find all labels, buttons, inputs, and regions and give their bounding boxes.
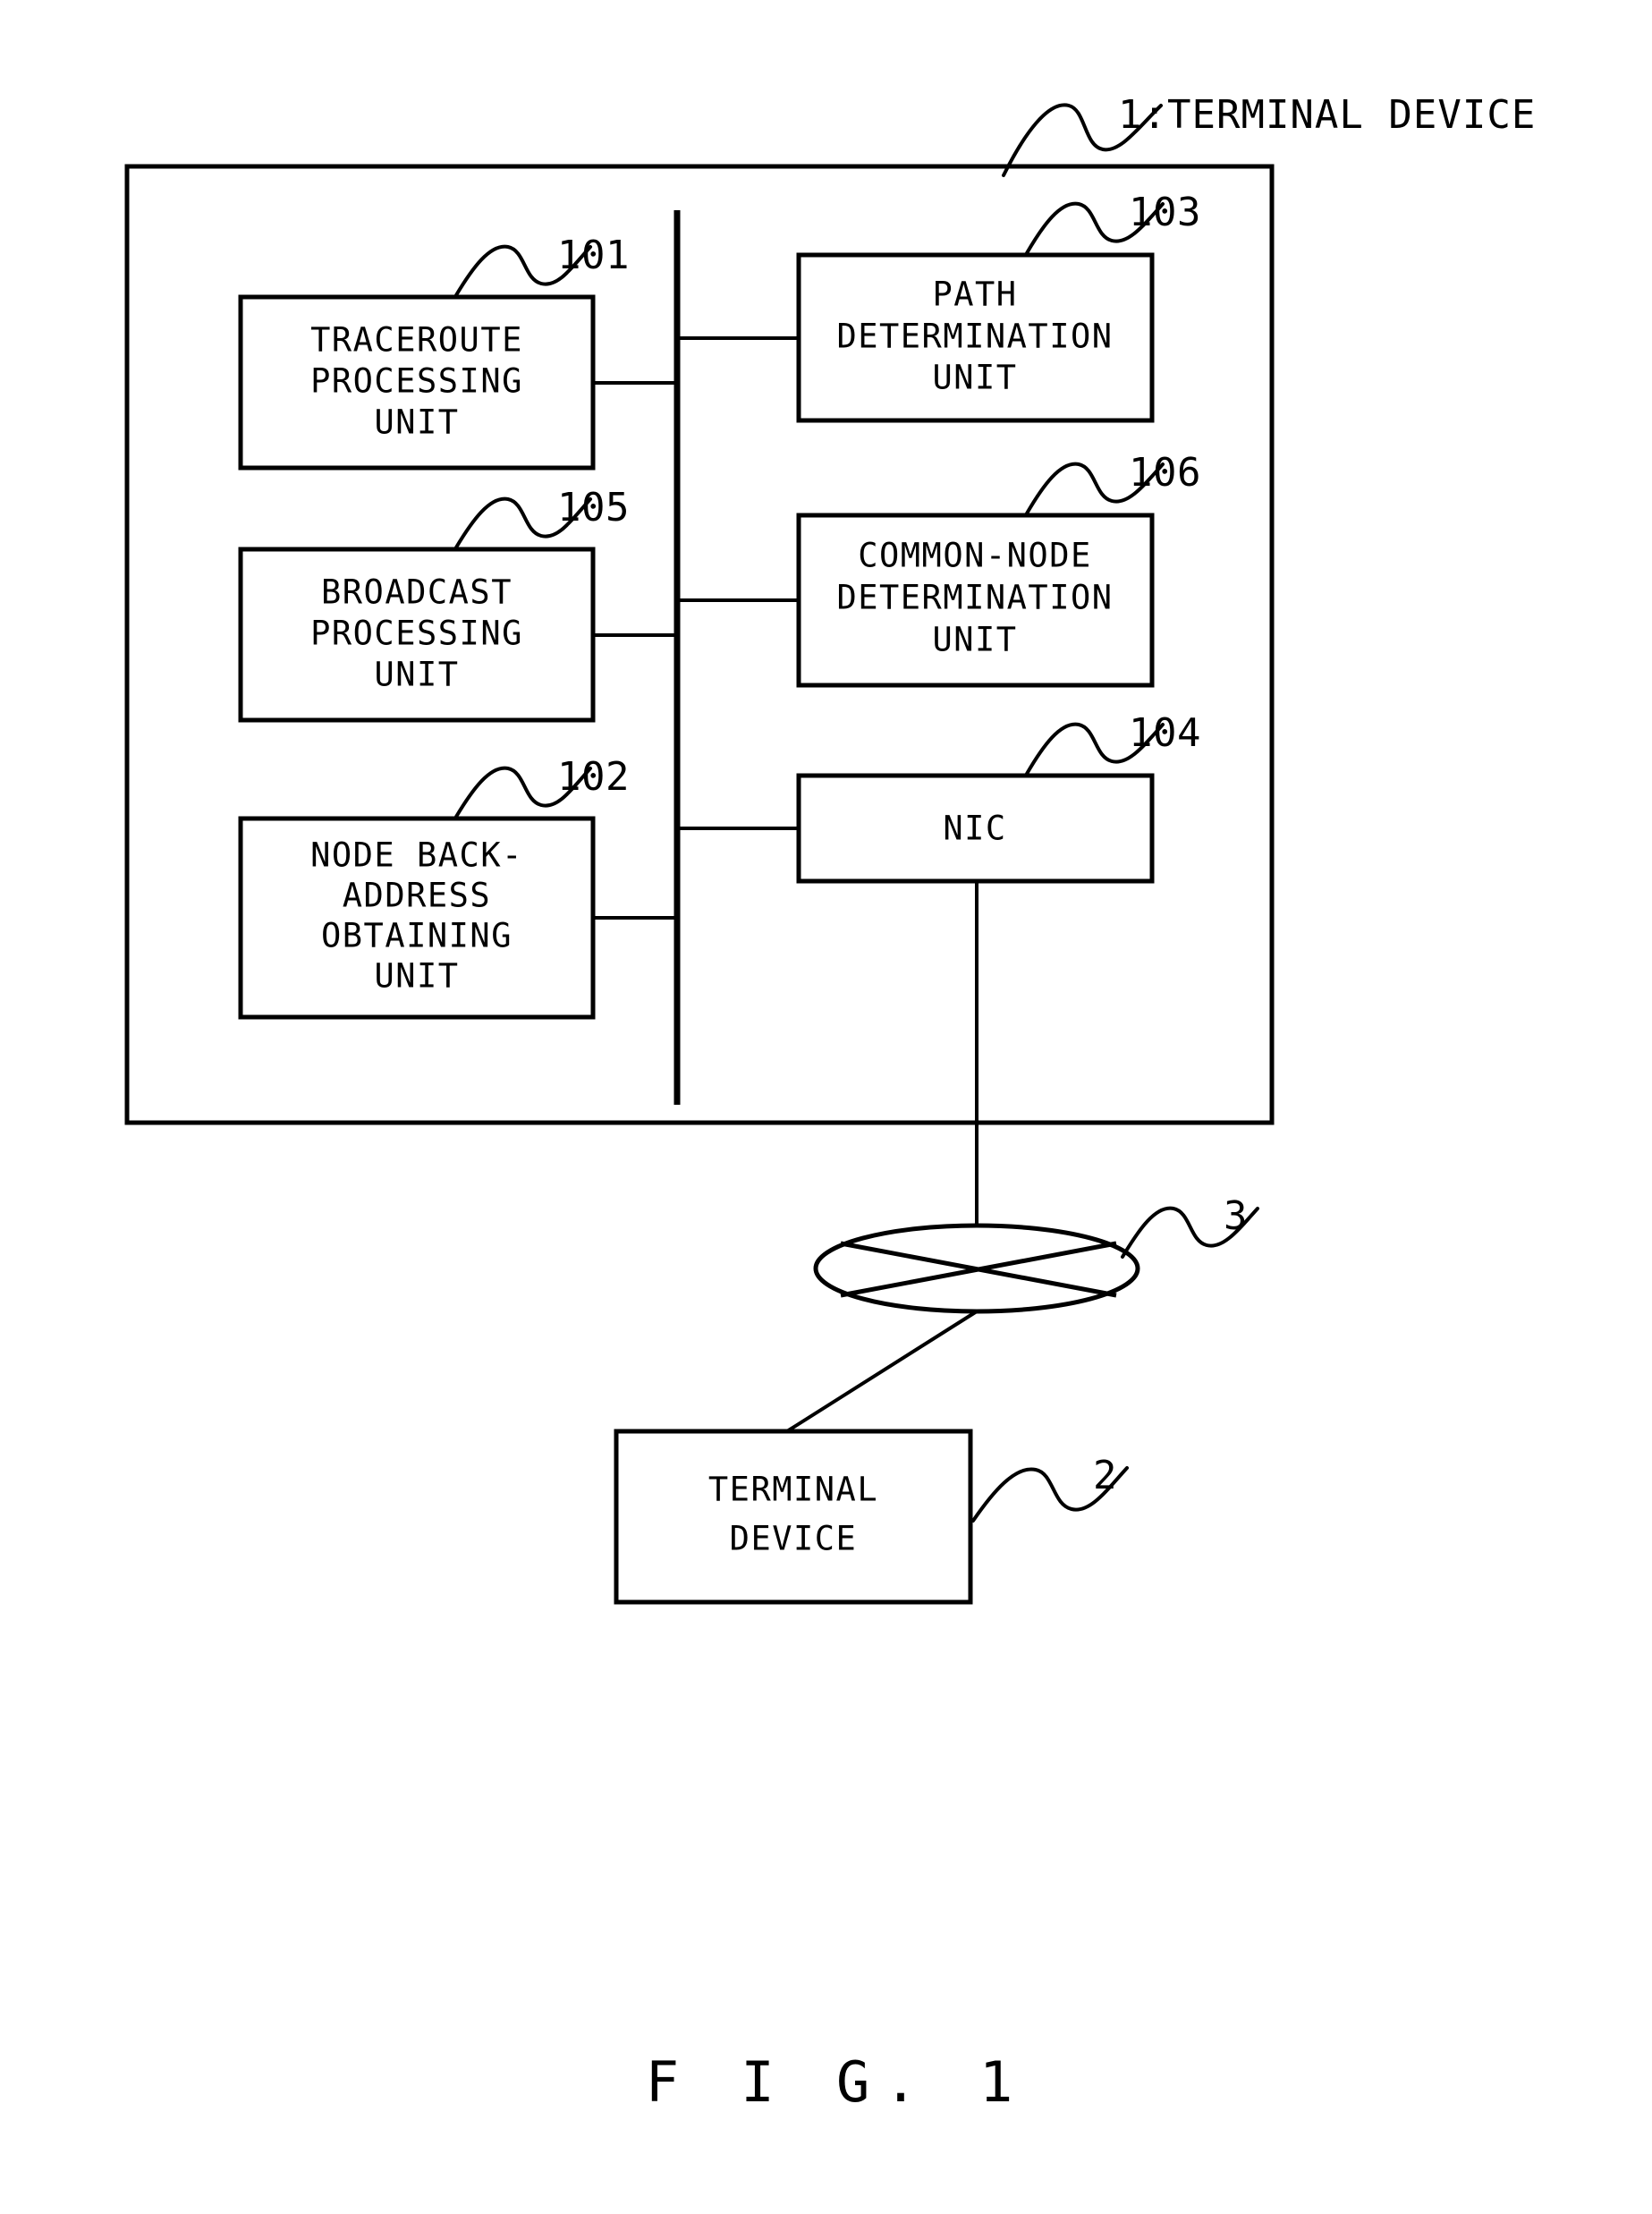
ref-number-105: 105: [557, 485, 630, 530]
traceroute-processing-unit-line-3: UNIT: [374, 403, 459, 442]
ref-number-3: 3: [1224, 1193, 1248, 1239]
traceroute-processing-unit-line-2: PROCESSING: [310, 362, 523, 401]
traceroute-processing-unit-line-1: TRACEROUTE: [310, 321, 523, 360]
terminal-device-2-line-1: TERMINAL: [708, 1471, 878, 1509]
node-back-address-obtaining-unit-line-4: UNIT: [374, 957, 459, 996]
path-determination-unit-line-2: DETERMINATION: [836, 318, 1113, 356]
figure-canvas: 1:TERMINAL DEVICE TRACEROUTE PROCESSING …: [0, 0, 1652, 2214]
broadcast-processing-unit-line-1: BROADCAST: [321, 573, 513, 612]
ref-number-106: 106: [1129, 450, 1201, 496]
ref-number-103: 103: [1129, 190, 1201, 235]
broadcast-processing-unit-line-2: PROCESSING: [310, 615, 523, 653]
common-node-determination-unit-line-1: COMMON-NODE: [858, 537, 1092, 575]
common-node-determination-unit-line-2: DETERMINATION: [836, 579, 1113, 617]
path-determination-unit-line-3: UNIT: [932, 359, 1017, 397]
node-back-address-obtaining-unit-line-2: ADDRESS: [343, 877, 491, 915]
ref-number-102: 102: [557, 754, 630, 800]
broadcast-processing-unit-line-3: UNIT: [374, 656, 459, 694]
terminal-device-2-line-2: DEVICE: [730, 1520, 858, 1558]
common-node-determination-unit-line-3: UNIT: [932, 621, 1017, 659]
ref-number-101: 101: [557, 233, 630, 278]
terminal-device-2-box: [614, 1429, 973, 1605]
node-back-address-obtaining-unit-line-3: OBTAINING: [321, 917, 513, 955]
network-to-terminal-2-link: [785, 1310, 978, 1433]
path-determination-unit-line-1: PATH: [932, 276, 1017, 314]
terminal-device-1-title: 1:TERMINAL DEVICE: [1118, 92, 1536, 138]
figure-caption: F I G. 1: [646, 2049, 1028, 2115]
node-back-address-obtaining-unit-line-1: NODE BACK-: [310, 836, 523, 875]
ref-number-104: 104: [1129, 710, 1201, 756]
ref-number-2: 2: [1093, 1453, 1117, 1498]
figure-1-diagram: 1:TERMINAL DEVICE TRACEROUTE PROCESSING …: [124, 92, 1536, 2115]
nic-label: NIC: [943, 810, 1006, 848]
